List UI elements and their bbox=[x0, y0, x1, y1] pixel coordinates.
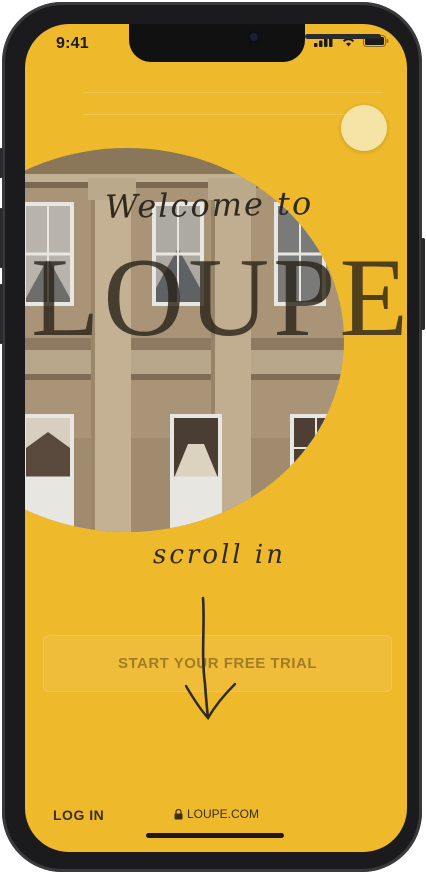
mute-switch bbox=[0, 148, 3, 178]
scroll-hint: scroll in bbox=[153, 540, 286, 570]
lock-icon bbox=[174, 808, 183, 819]
volume-up-button bbox=[0, 208, 3, 268]
divider-line bbox=[83, 92, 383, 93]
front-camera bbox=[247, 30, 261, 44]
url-text: LOUPE.COM bbox=[187, 807, 260, 821]
home-indicator[interactable] bbox=[146, 833, 284, 838]
volume-down-button bbox=[0, 284, 3, 344]
phone-frame: 9:41 Welcome to LOUPE scroll in START YO… bbox=[0, 2, 425, 872]
earpiece-speaker bbox=[305, 34, 381, 39]
welcome-heading: Welcome to bbox=[104, 184, 314, 226]
address-bar[interactable]: LOUPE.COM bbox=[174, 807, 259, 821]
notch bbox=[129, 24, 381, 62]
screen: 9:41 Welcome to LOUPE scroll in START YO… bbox=[25, 24, 407, 852]
divider-line bbox=[83, 114, 383, 115]
arrow-down-icon bbox=[184, 596, 237, 721]
brand-wordmark: LOUPE bbox=[31, 236, 407, 360]
login-link[interactable]: LOG IN bbox=[53, 807, 104, 823]
theme-toggle-button[interactable] bbox=[341, 105, 387, 151]
power-button bbox=[421, 238, 425, 330]
status-time: 9:41 bbox=[56, 35, 89, 52]
